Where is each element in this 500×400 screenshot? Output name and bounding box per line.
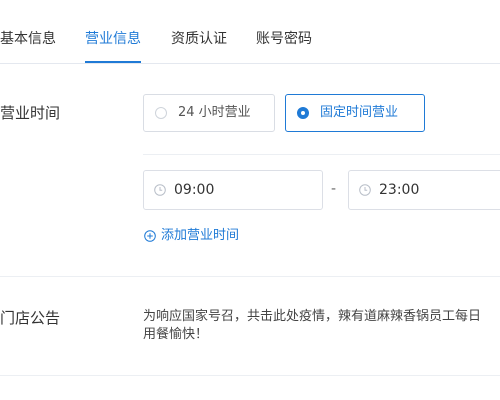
start-time-value: 09:00 bbox=[174, 182, 215, 198]
radio-circle-checked bbox=[297, 107, 309, 119]
tab-bar: 基本信息 营业信息 资质认证 账号密码 bbox=[0, 0, 500, 64]
start-time-input[interactable]: 09:00 bbox=[143, 170, 323, 210]
store-notice-line-2: 用餐愉快！ bbox=[143, 327, 209, 342]
tab-qualification[interactable]: 资质认证 bbox=[171, 29, 227, 49]
divider bbox=[143, 154, 500, 155]
end-time-value: 23:00 bbox=[379, 182, 420, 198]
business-info-page: 基本信息 营业信息 资质认证 账号密码 营业时间 24 小时营业 固定时间营业 … bbox=[0, 0, 500, 400]
business-hours-label: 营业时间 bbox=[0, 104, 61, 122]
add-business-hours-label: 添加营业时间 bbox=[161, 228, 240, 243]
radio-fixed-hours-label: 固定时间营业 bbox=[320, 105, 399, 120]
clock-icon bbox=[359, 184, 371, 196]
section-divider bbox=[0, 276, 500, 277]
tab-business-info[interactable]: 营业信息 bbox=[85, 29, 141, 49]
store-notice-line-1: 为响应国家号召，共击此处疫情，辣有道麻辣香锅员工每日 bbox=[143, 309, 482, 324]
radio-24h-label: 24 小时营业 bbox=[178, 105, 251, 120]
time-range-separator: - bbox=[331, 181, 337, 197]
section-divider bbox=[0, 375, 500, 376]
tab-basic-info[interactable]: 基本信息 bbox=[0, 29, 56, 49]
end-time-input[interactable]: 23:00 bbox=[348, 170, 500, 210]
radio-fixed-hours[interactable]: 固定时间营业 bbox=[285, 94, 425, 132]
clock-icon bbox=[154, 184, 166, 196]
tab-account-password[interactable]: 账号密码 bbox=[256, 29, 312, 49]
store-notice-label: 门店公告 bbox=[0, 309, 61, 327]
radio-circle-unchecked bbox=[155, 107, 167, 119]
store-notice-text: 为响应国家号召，共击此处疫情，辣有道麻辣香锅员工每日 用餐愉快！ bbox=[143, 308, 500, 348]
radio-24h[interactable]: 24 小时营业 bbox=[143, 94, 275, 132]
plus-circle-icon bbox=[144, 230, 156, 242]
active-tab-indicator bbox=[85, 61, 141, 63]
